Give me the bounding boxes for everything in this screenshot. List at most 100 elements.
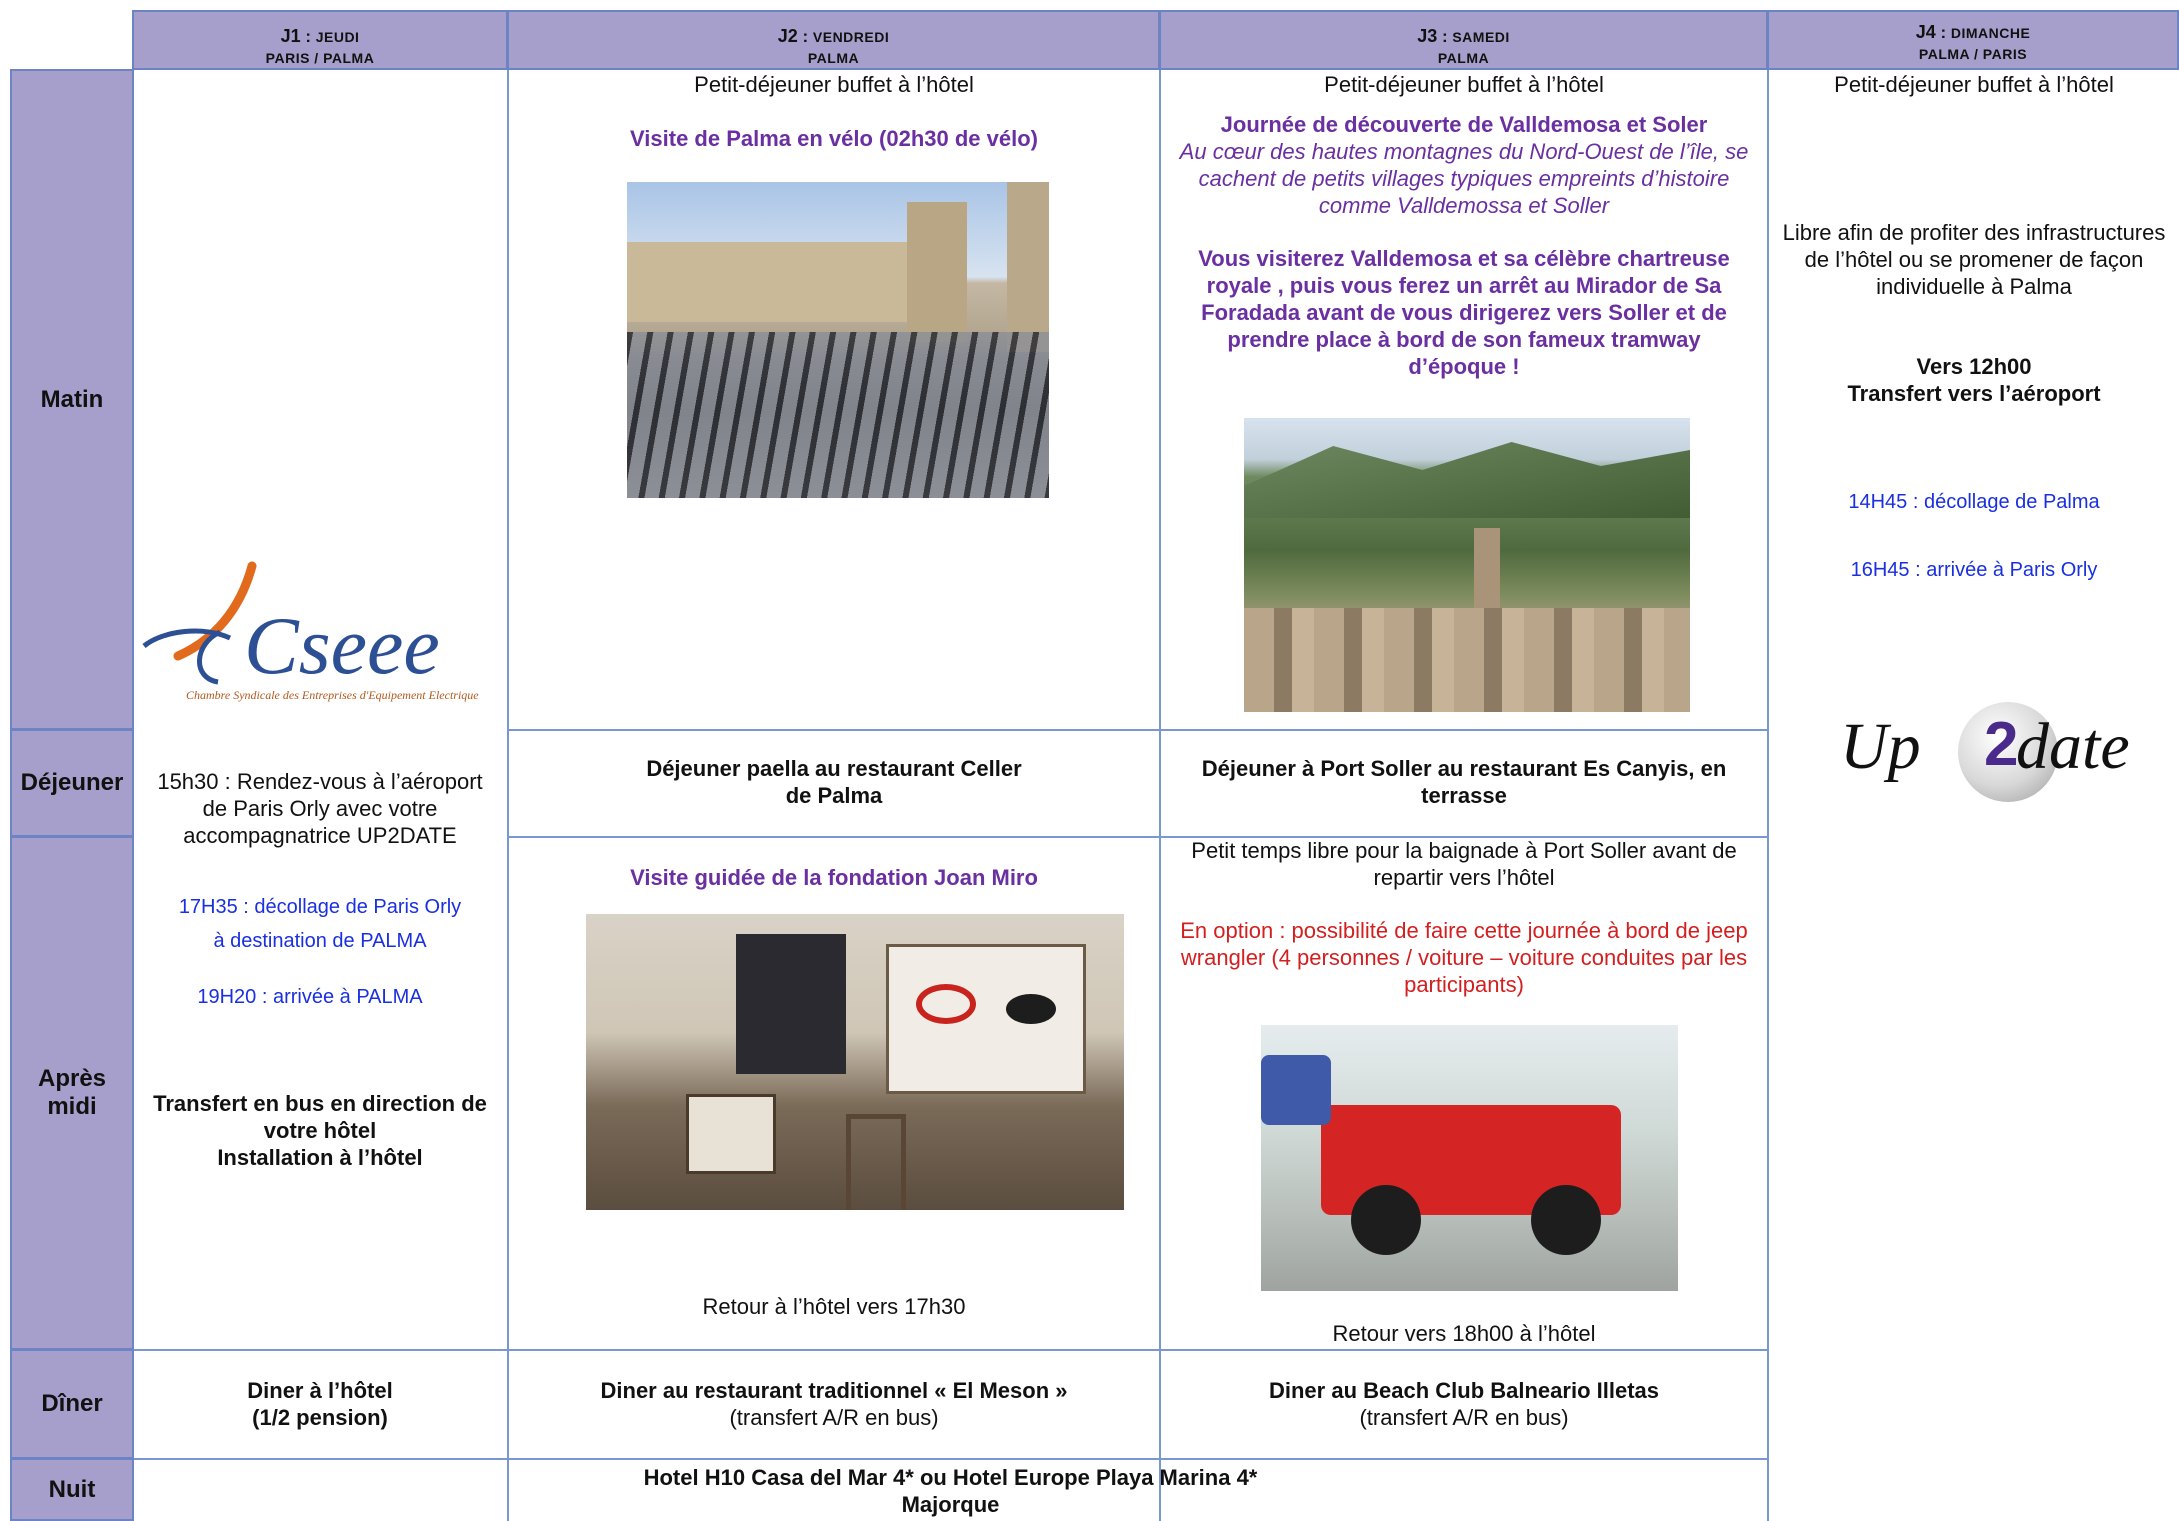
day-place: PARIS / PALMA [265, 50, 375, 66]
text-line: Déjeuner à Port Soller au restaurant Es … [1201, 756, 1727, 781]
text-line: comme Valldemossa et Soller [1318, 193, 1610, 218]
header-j4: J4 : DIMANCHE PALMA / PARIS [1767, 10, 2179, 70]
text-line: Majorque [901, 1492, 1000, 1517]
text-line: terrasse [1421, 783, 1507, 808]
text-line: à destination de PALMA [213, 930, 427, 952]
j1-diner: Diner à l’hôtel (1/2 pension) [134, 1377, 506, 1431]
text-line: individuelle à Palma [1876, 274, 2072, 299]
photo-tower [907, 202, 967, 342]
j3-visit: Vous visiterez Valldemosa et sa célèbre … [1161, 245, 1767, 380]
row-label-dejeuner: Déjeuner [10, 729, 134, 837]
j2-breakfast: Petit-déjeuner buffet à l’hôtel [694, 72, 974, 97]
day-code: J3 [1417, 26, 1438, 46]
text-line: Diner à l’hôtel [247, 1378, 393, 1403]
j2-afternoon-title: Visite guidée de la fondation Joan Miro [630, 865, 1038, 890]
header-j1: J1 : JEUDI PARIS / PALMA [132, 10, 508, 70]
text-line: participants) [1404, 972, 1524, 997]
row-label-nuit: Nuit [10, 1458, 134, 1521]
j3-breakfast: Petit-déjeuner buffet à l’hôtel [1324, 72, 1604, 97]
text-line: d’époque ! [1408, 354, 1520, 379]
row-label-text: Matin [40, 385, 104, 413]
text-line: Vous visiterez Valldemosa et sa célèbre … [1198, 246, 1730, 271]
j3-return: Retour vers 18h00 à l’hôtel [1332, 1321, 1596, 1346]
photo-building [1007, 182, 1049, 352]
photo-bicycles [627, 332, 1049, 498]
j3-free-time: Petit temps libre pour la baignade à Por… [1161, 837, 1767, 891]
up2date-logo: Up 2 date [1840, 690, 2130, 810]
photo-painting [886, 944, 1086, 1094]
photo-chair [846, 1114, 906, 1210]
header-j3: J3 : SAMEDI PALMA [1159, 10, 1768, 70]
row-label-text: Nuit [48, 1475, 96, 1503]
grid-line [134, 1458, 1768, 1460]
day-name: DIMANCHE [1950, 25, 2031, 41]
j4-takeoff: 14H45 : décollage de Palma [1848, 491, 2100, 513]
jeep-photo [1261, 1025, 1678, 1291]
text-line: accompagnatrice UP2DATE [183, 823, 457, 848]
day-name: JEUDI [315, 29, 360, 45]
text-line: de l’hôtel ou se promener de façon [1804, 247, 2144, 272]
photo-blue-object [1261, 1055, 1331, 1125]
photo-mountains [1244, 442, 1690, 518]
bikes-photo [627, 182, 1049, 498]
day-name: SAMEDI [1452, 29, 1510, 45]
text-line: Petit temps libre pour la baignade à Por… [1191, 838, 1737, 863]
j2-return: Retour à l’hôtel vers 17h30 [702, 1294, 966, 1319]
j1-meeting: 15h30 : Rendez-vous à l’aéroport de Pari… [134, 768, 506, 849]
day-code: J1 [280, 26, 301, 46]
text-line: de Palma [785, 783, 883, 808]
row-label-diner: Dîner [10, 1349, 134, 1459]
valldemossa-photo [1244, 418, 1690, 712]
text-line: de Paris Orly avec votre [202, 796, 438, 821]
text-line: Transfert en bus en direction de [153, 1091, 487, 1116]
cseee-logo: Cseee Chambre Syndicale des Entreprises … [134, 560, 506, 710]
text-line: votre hôtel [263, 1118, 377, 1143]
row-label-text: midi [47, 1093, 97, 1120]
row-label-text: Déjeuner [20, 769, 124, 796]
up2date-wordmark-date: date [2016, 710, 2130, 783]
day-place: PALMA [807, 50, 860, 66]
j3-option: En option : possibilité de faire cette j… [1161, 917, 1767, 998]
row-label-matin: Matin [10, 69, 134, 730]
day-code: J4 [1915, 22, 1936, 42]
text-line: Installation à l’hôtel [217, 1145, 423, 1170]
row-label-text: Après [37, 1065, 107, 1092]
text-line: (transfert A/R en bus) [729, 1405, 939, 1430]
text-line: Au cœur des hautes montagnes du Nord-Oue… [1179, 139, 1749, 164]
text-line: 15h30 : Rendez-vous à l’aéroport [157, 769, 483, 794]
text-line: Libre afin de profiter des infrastructur… [1782, 220, 2166, 245]
text-line: Déjeuner paella au restaurant Celler [646, 756, 1022, 781]
nuit-hotel: Hotel H10 Casa del Mar 4* ou Hotel Europ… [134, 1464, 1767, 1518]
text-line: Diner au Beach Club Balneario Illetas [1268, 1378, 1659, 1403]
miro-studio-photo [586, 914, 1124, 1210]
text-line: wrangler (4 personnes / voiture – voitur… [1180, 945, 1748, 970]
j3-lunch: Déjeuner à Port Soller au restaurant Es … [1161, 755, 1767, 809]
photo-jeep-wheel [1351, 1185, 1421, 1255]
day-place: PALMA [1437, 50, 1490, 66]
photo-canvas [686, 1094, 776, 1174]
up2date-wordmark-2: 2 [1984, 710, 2019, 779]
text-line: (1/2 pension) [252, 1405, 388, 1430]
text-line: Diner au restaurant traditionnel « El Me… [600, 1378, 1068, 1403]
row-label-text: Dîner [41, 1390, 103, 1417]
j4-free: Libre afin de profiter des infrastructur… [1769, 219, 2179, 300]
j3-morning-title: Journée de découverte de Valldemosa et S… [1220, 112, 1708, 137]
photo-door [736, 934, 846, 1074]
j2-diner: Diner au restaurant traditionnel « El Me… [509, 1377, 1159, 1431]
j2-lunch: Déjeuner paella au restaurant Celler de … [509, 755, 1159, 809]
j1-transfer: Transfert en bus en direction de votre h… [134, 1090, 506, 1171]
text-line: repartir vers l’hôtel [1373, 865, 1555, 890]
j1-arrival: 19H20 : arrivée à PALMA [197, 986, 423, 1008]
cseee-subtitle: Chambre Syndicale des Entreprises d'Equi… [186, 688, 479, 702]
header-j2: J2 : VENDREDI PALMA [507, 10, 1160, 70]
j1-flight: 17H35 : décollage de Paris Orly à destin… [134, 890, 506, 958]
photo-jeep-wheel [1531, 1185, 1601, 1255]
photo-painting-red [916, 984, 976, 1024]
row-label-apres-midi: Après midi [10, 836, 134, 1350]
text-line: 17H35 : décollage de Paris Orly [178, 896, 462, 918]
photo-village [1244, 608, 1690, 712]
up2date-wordmark-up: Up [1840, 710, 1921, 783]
text-line: prendre place à bord de son fameux tramw… [1227, 327, 1701, 352]
text-line: Vers 12h00 [1916, 354, 2032, 379]
grid-line [134, 1349, 1768, 1351]
